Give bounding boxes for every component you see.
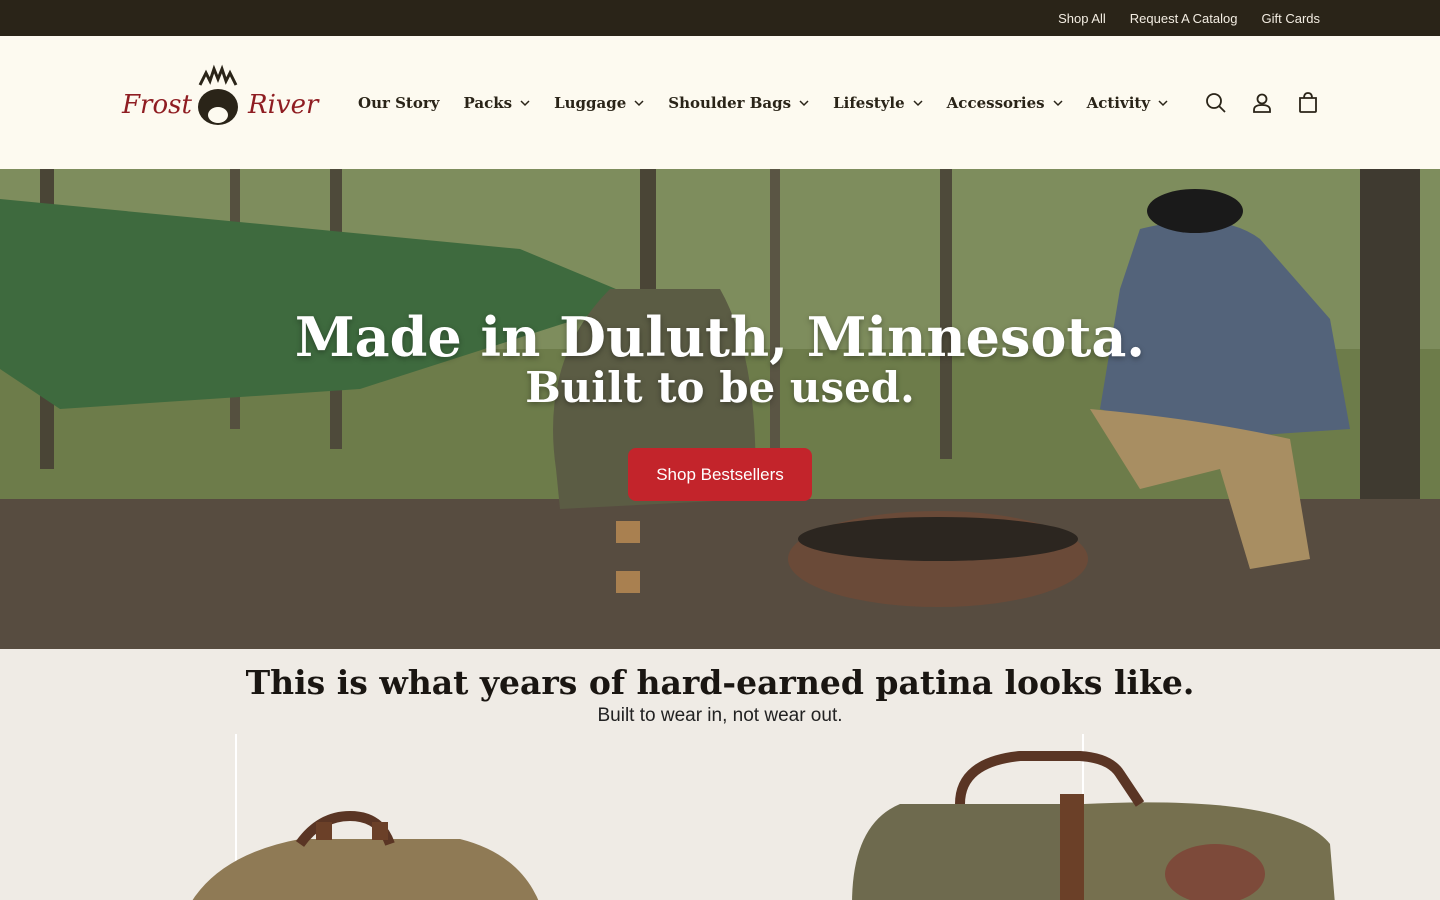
chevron-down-icon xyxy=(1158,99,1168,106)
nav-item-luggage[interactable]: Luggage xyxy=(542,83,656,123)
shop-bestsellers-button[interactable]: Shop Bestsellers xyxy=(628,448,812,501)
chevron-down-icon xyxy=(799,99,809,106)
header-actions xyxy=(1204,36,1320,169)
announcement-bar: Shop All Request A Catalog Gift Cards xyxy=(0,0,1440,36)
chevron-down-icon xyxy=(913,99,923,106)
cart-icon[interactable] xyxy=(1296,91,1320,115)
nav-label: Luggage xyxy=(554,93,627,112)
nav-label: Activity xyxy=(1086,93,1151,112)
nav-label: Our Story xyxy=(358,93,440,112)
topbar-link-request-catalog[interactable]: Request A Catalog xyxy=(1130,11,1238,26)
logo-mark: Frost River xyxy=(121,64,320,125)
nav-item-packs[interactable]: Packs xyxy=(451,83,542,123)
hero-heading: Made in Duluth, Minnesota. xyxy=(294,305,1146,369)
account-icon[interactable] xyxy=(1250,91,1274,115)
hero-text: Made in Duluth, Minnesota. Built to be u… xyxy=(0,309,1440,411)
nav-item-lifestyle[interactable]: Lifestyle xyxy=(821,83,935,123)
nav-item-activity[interactable]: Activity xyxy=(1075,83,1180,123)
main-nav: Our Story Packs Luggage Shoulder Bags Li… xyxy=(346,83,1180,123)
search-icon[interactable] xyxy=(1204,91,1228,115)
svg-text:Frost: Frost xyxy=(121,90,192,120)
nav-label: Packs xyxy=(463,93,513,112)
nav-item-our-story[interactable]: Our Story xyxy=(346,83,451,123)
topbar-link-shop-all[interactable]: Shop All xyxy=(1058,11,1106,26)
hero-subheading: Built to be used. xyxy=(525,363,915,412)
patina-section: This is what years of hard-earned patina… xyxy=(0,649,1440,900)
bag-images xyxy=(192,734,1335,900)
topbar-link-gift-cards[interactable]: Gift Cards xyxy=(1261,11,1320,26)
nav-label: Accessories xyxy=(946,93,1045,112)
chevron-down-icon xyxy=(1053,99,1063,106)
chevron-down-icon xyxy=(520,99,530,106)
nav-item-accessories[interactable]: Accessories xyxy=(935,83,1075,123)
section-title: This is what years of hard-earned patina… xyxy=(245,663,1195,702)
nav-item-shoulder-bags[interactable]: Shoulder Bags xyxy=(656,83,821,123)
hero-banner: Made in Duluth, Minnesota. Built to be u… xyxy=(0,169,1440,649)
svg-text:River: River xyxy=(247,90,320,120)
product-image-row xyxy=(0,734,1440,900)
frost-river-logo[interactable]: Frost River xyxy=(120,63,320,143)
section-subtitle: Built to wear in, not wear out. xyxy=(597,705,843,726)
site-header: Frost River Our Story Packs Luggage Shou… xyxy=(0,36,1440,169)
nav-label: Lifestyle xyxy=(833,93,905,112)
chevron-down-icon xyxy=(634,99,644,106)
nav-label: Shoulder Bags xyxy=(668,93,792,112)
